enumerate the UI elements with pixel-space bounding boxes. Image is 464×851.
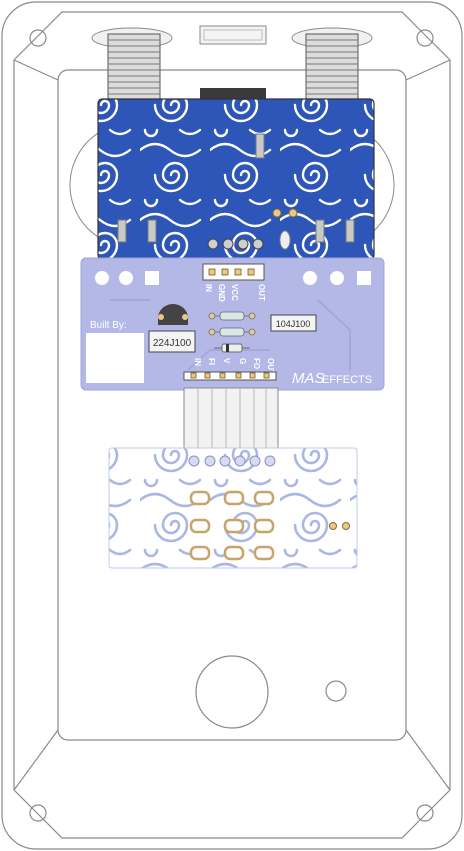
built-by-box — [86, 333, 144, 383]
top-pin-label-vcc: VCC — [230, 284, 239, 301]
built-by-label: Built By: — [90, 320, 127, 331]
brand-mark: MAS — [292, 370, 325, 387]
dc-jack-slot — [199, 25, 267, 45]
top-pin-label-gnd: GND — [217, 284, 226, 302]
pedal-diagram: IN GND VCC OUT 224J100 104J100 Built By: — [1, 1, 463, 850]
screw-bottom-left — [29, 804, 47, 822]
bottom-pin-label-v: V — [222, 358, 231, 364]
capacitor-left: 224J100 — [148, 330, 196, 353]
brand-word: EFFECTS — [322, 374, 372, 386]
bottom-pin-label-fi: FI — [207, 358, 216, 365]
jack-shaft-left — [107, 33, 161, 101]
jack-shaft-right — [305, 33, 359, 101]
capacitor-right-label: 104J100 — [276, 319, 311, 329]
screw-bottom-right — [416, 804, 434, 822]
capacitor-left-label: 224J100 — [153, 338, 192, 349]
footswitch-lugs — [189, 490, 275, 561]
footswitch-hole — [195, 655, 269, 729]
bottom-header — [183, 371, 277, 381]
led-hole — [325, 680, 347, 702]
screw-top-left — [29, 29, 47, 47]
screw-top-right — [416, 29, 434, 47]
top-pin-label-in: IN — [204, 284, 213, 292]
bottom-pin-label-in: IN — [193, 358, 202, 366]
top-pin-label-out: OUT — [257, 284, 266, 301]
jack-board — [97, 98, 375, 260]
capacitor-right: 104J100 — [270, 314, 317, 332]
ribbon-cable — [183, 387, 279, 451]
bottom-pin-label-g: G — [238, 358, 247, 364]
bottom-pin-label-fo: FO — [252, 358, 261, 369]
